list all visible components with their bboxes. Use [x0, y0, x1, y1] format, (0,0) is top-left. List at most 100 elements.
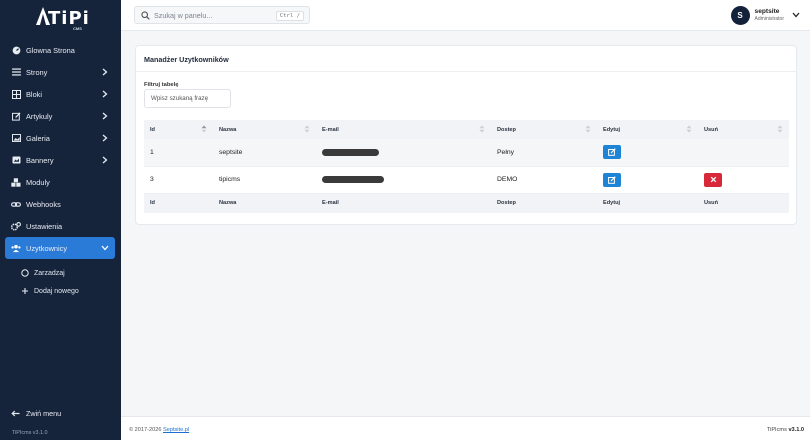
footer-header-id: Id — [144, 193, 213, 213]
footer-version: TiPIcms v3.1.0 — [767, 427, 804, 433]
column-header-usun[interactable]: Usuń — [698, 120, 789, 139]
sidebar-item-label: Ustawienia — [26, 221, 63, 231]
close-icon — [710, 176, 716, 183]
sidebar-item-artykuly[interactable]: Artykuly — [0, 105, 121, 127]
copyright-text: © 2017-2026 — [129, 427, 162, 433]
sidebar-item-label: Artykuly — [26, 111, 53, 121]
sidebar-item-moduly[interactable]: Moduly — [0, 171, 121, 193]
footer-header-nazwa: Nazwa — [213, 193, 316, 213]
sidebar-item-galeria[interactable]: Galeria — [0, 127, 121, 149]
cell-id: 3 — [144, 166, 213, 194]
search-input[interactable] — [154, 10, 274, 20]
sidebar-version: TiPIcms v3.1.0 — [12, 430, 48, 436]
sidebar-item-ustawienia[interactable]: Ustawienia — [0, 215, 121, 237]
link-icon — [11, 199, 21, 209]
sidebar-item-glowna-strona[interactable]: Glowna Strona — [0, 39, 121, 61]
sidebar-item-strony[interactable]: Strony — [0, 61, 121, 83]
sidebar-item-uzytkownicy[interactable]: Uzytkownicy — [5, 237, 115, 259]
cell-edit — [597, 166, 698, 194]
table-row: 1 septsite Pełny — [144, 139, 789, 167]
cell-name: septsite — [213, 139, 316, 167]
cell-id: 1 — [144, 139, 213, 167]
footer-header-email: E-mail — [316, 193, 491, 213]
sidebar-subitem-zarzadzaj[interactable]: Zarzadzaj — [0, 264, 121, 282]
user-manager-card: Manadżer Uzytkowników Filtruj tabelę Id … — [135, 45, 797, 225]
column-header-dostep[interactable]: Dostep — [491, 120, 597, 139]
sort-icon — [479, 125, 485, 133]
sidebar-subitem-label: Zarzadzaj — [34, 269, 65, 277]
topbar: Ctrl / S septsite Administrator — [121, 0, 810, 31]
chevron-down-icon — [100, 243, 110, 253]
divider — [136, 71, 796, 72]
chevron-right-icon — [100, 155, 110, 165]
sidebar-nav: Glowna Strona Strony Bloki Artykuly Gale… — [0, 39, 121, 300]
banner-icon — [11, 155, 21, 165]
logo-subtext: CMS — [73, 26, 82, 31]
page-footer: © 2017-2026 Septsite.pl TiPIcms v3.1.0 — [121, 416, 810, 440]
chevron-right-icon — [100, 111, 110, 121]
users-table: Id Nazwa E-mail Dostep Edytuj Usuń 1 sep… — [144, 120, 789, 213]
user-info: septsite Administrator — [755, 8, 784, 23]
column-header-id[interactable]: Id — [144, 120, 213, 139]
column-header-edytuj[interactable]: Edytuj — [597, 120, 698, 139]
collapse-menu-label: Zwiń menu — [26, 409, 62, 418]
cell-access: Pełny — [491, 139, 597, 167]
column-header-label: Edytuj — [603, 126, 621, 133]
sidebar-item-label: Bloki — [26, 89, 43, 99]
cell-access: DEMO — [491, 166, 597, 194]
avatar: S — [730, 5, 750, 25]
collapse-menu-button[interactable]: Zwiń menu — [11, 409, 61, 418]
search-icon — [140, 10, 150, 20]
image-icon — [11, 133, 21, 143]
filter-input[interactable] — [144, 89, 231, 108]
column-header-label: Usuń — [704, 126, 718, 133]
sidebar-item-bloki[interactable]: Bloki — [0, 83, 121, 105]
footer-version-label: TiPIcms — [766, 427, 787, 433]
sidebar-item-label: Glowna Strona — [26, 45, 75, 55]
sidebar: TiPi CMS Glowna Strona Strony Bloki Arty… — [0, 0, 121, 440]
logo-text: TiPi — [48, 8, 90, 29]
cell-delete — [698, 139, 789, 167]
arrow-left-icon — [11, 409, 20, 418]
table-header-row: Id Nazwa E-mail Dostep Edytuj Usuń — [144, 120, 789, 139]
sidebar-item-bannery[interactable]: Bannery — [0, 149, 121, 171]
sidebar-item-webhooks[interactable]: Webhooks — [0, 193, 121, 215]
sidebar-item-label: Moduly — [26, 177, 50, 187]
column-header-email[interactable]: E-mail — [316, 120, 491, 139]
sort-icon — [777, 125, 783, 133]
user-role: Administrator — [754, 15, 784, 22]
filter-label: Filtruj tabelę — [144, 82, 179, 88]
chevron-right-icon — [100, 67, 110, 77]
cell-delete — [698, 166, 789, 194]
chevron-right-icon — [100, 89, 110, 99]
brand-logo[interactable]: TiPi CMS — [34, 5, 90, 31]
users-icon — [11, 243, 21, 253]
delete-user-button[interactable] — [704, 172, 722, 187]
plus-icon — [20, 287, 29, 296]
column-header-label: Id — [150, 126, 155, 133]
sidebar-subitem-dodaj-nowego[interactable]: Dodaj nowego — [0, 282, 121, 300]
list-icon — [11, 67, 21, 77]
copyright: © 2017-2026 Septsite.pl — [129, 427, 189, 433]
sidebar-item-label: Webhooks — [26, 199, 61, 209]
search-box[interactable]: Ctrl / — [134, 6, 310, 24]
column-header-label: E-mail — [322, 126, 339, 133]
edit-user-button[interactable] — [603, 172, 621, 187]
edit-icon — [11, 111, 21, 121]
sidebar-item-label: Galeria — [26, 133, 50, 143]
edit-icon — [608, 175, 616, 184]
column-header-nazwa[interactable]: Nazwa — [213, 120, 316, 139]
footer-version-number: v3.1.0 — [788, 427, 804, 433]
edit-user-button[interactable] — [603, 145, 621, 160]
column-header-label: Dostep — [497, 126, 516, 133]
sort-icon — [201, 125, 207, 133]
cell-email — [316, 166, 491, 194]
redacted-email — [322, 175, 384, 183]
user-name: septsite — [754, 7, 780, 15]
chevron-right-icon — [100, 133, 110, 143]
sidebar-subitem-label: Dodaj nowego — [34, 287, 79, 295]
user-menu[interactable]: S septsite Administrator — [730, 5, 800, 25]
sort-icon — [585, 125, 591, 133]
copyright-link[interactable]: Septsite.pl — [163, 427, 189, 433]
sidebar-item-label: Bannery — [26, 155, 54, 165]
